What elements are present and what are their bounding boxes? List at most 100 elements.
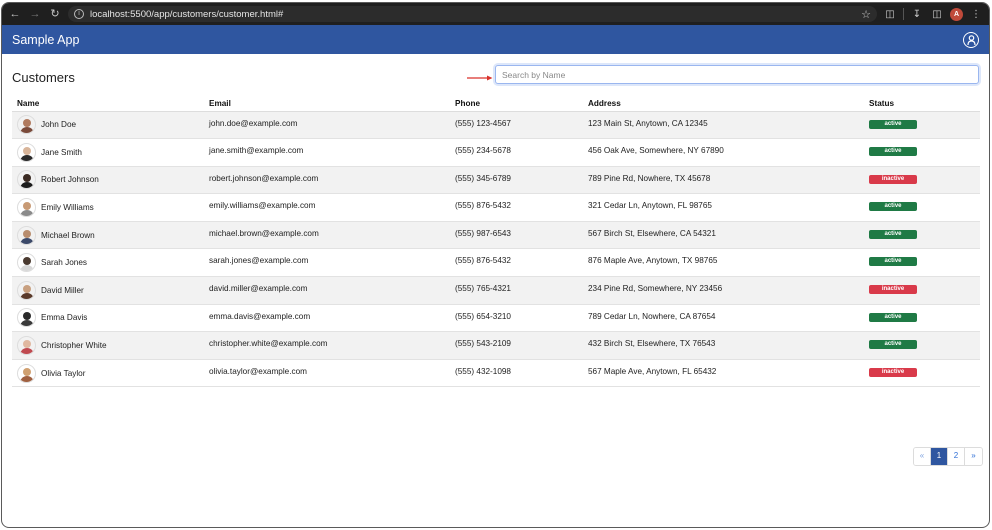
status-badge: active bbox=[869, 119, 917, 129]
avatar-head bbox=[23, 257, 31, 266]
header-email: Email bbox=[204, 97, 450, 112]
app-brand[interactable]: Sample App bbox=[12, 33, 79, 47]
search-input[interactable] bbox=[495, 65, 979, 84]
user-account-icon[interactable] bbox=[963, 31, 979, 48]
customer-name: David Miller bbox=[41, 285, 84, 295]
back-icon[interactable]: ← bbox=[8, 3, 22, 25]
forward-icon[interactable]: → bbox=[28, 3, 42, 25]
table-row: Sarah Jones sarah.jones@example.com (555) … bbox=[12, 248, 980, 278]
cell-status: active bbox=[864, 304, 980, 333]
status-badge: active bbox=[869, 202, 917, 212]
cell-email: david.miller@example.com bbox=[204, 276, 450, 305]
customer-name-wrap: Christopher White bbox=[17, 336, 199, 356]
app-navbar: Sample App bbox=[2, 25, 989, 54]
customers-table: Name Email Phone Address Status John Doe… bbox=[12, 97, 980, 388]
profile-avatar[interactable]: A bbox=[950, 7, 963, 21]
table-row: Christopher White christopher.white@examp… bbox=[12, 331, 980, 360]
customer-name-wrap: Sarah Jones bbox=[17, 253, 199, 273]
pagination-prev[interactable]: « bbox=[914, 448, 931, 465]
menu-kebab-icon[interactable]: ⋮ bbox=[969, 9, 983, 20]
avatar-body bbox=[20, 320, 34, 327]
customer-name: Robert Johnson bbox=[41, 175, 99, 185]
cell-name: Emily Williams bbox=[12, 193, 204, 222]
avatar-head bbox=[23, 229, 31, 238]
reload-icon[interactable]: ↻ bbox=[48, 3, 62, 25]
customer-name-wrap: David Miller bbox=[17, 280, 199, 300]
avatar-body bbox=[20, 375, 34, 382]
cell-phone: (555) 234-5678 bbox=[450, 138, 583, 167]
avatar bbox=[17, 363, 36, 383]
cell-phone: (555) 345-6789 bbox=[450, 166, 583, 195]
cell-address: 321 Cedar Ln, Anytown, FL 98765 bbox=[583, 193, 864, 222]
avatar-head bbox=[23, 284, 31, 293]
site-info-icon[interactable]: i bbox=[74, 9, 84, 19]
side-panel-icon[interactable]: ◫ bbox=[930, 9, 944, 20]
cell-name: Emma Davis bbox=[12, 304, 204, 333]
cell-email: christopher.white@example.com bbox=[204, 331, 450, 360]
pagination-next[interactable]: » bbox=[965, 448, 982, 465]
customer-name-wrap: Robert Johnson bbox=[17, 170, 199, 190]
cell-phone: (555) 654-3210 bbox=[450, 304, 583, 333]
cell-phone: (555) 765-4321 bbox=[450, 276, 583, 305]
cell-phone: (555) 876-5432 bbox=[450, 193, 583, 222]
customer-name-wrap: Emma Davis bbox=[17, 308, 199, 328]
status-badge: active bbox=[869, 229, 917, 239]
table-row: Michael Brown michael.brown@example.com (5… bbox=[12, 221, 980, 250]
table-row: Emma Davis emma.davis@example.com (555) 65… bbox=[12, 304, 980, 333]
table-row: David Miller david.miller@example.com (555… bbox=[12, 276, 980, 305]
avatar bbox=[17, 253, 36, 273]
pagination-page-1[interactable]: 1 bbox=[931, 448, 948, 465]
pagination-page-2[interactable]: 2 bbox=[948, 448, 965, 465]
customer-name: Michael Brown bbox=[41, 230, 95, 240]
customer-name-wrap: Emily Williams bbox=[17, 198, 199, 218]
cell-status: active bbox=[864, 193, 980, 222]
cell-email: olivia.taylor@example.com bbox=[204, 359, 450, 388]
avatar-body bbox=[20, 265, 34, 272]
cell-status: active bbox=[864, 248, 980, 278]
cell-name: David Miller bbox=[12, 276, 204, 305]
avatar-head bbox=[23, 312, 31, 321]
table-row: John Doe john.doe@example.com (555) 123-45… bbox=[12, 111, 980, 140]
customer-name-wrap: Jane Smith bbox=[17, 142, 199, 162]
pagination: « 1 2 » bbox=[913, 447, 983, 466]
cell-address: 567 Maple Ave, Anytown, FL 65432 bbox=[583, 359, 864, 388]
avatar-body bbox=[20, 292, 34, 299]
cell-address: 456 Oak Ave, Somewhere, NY 67890 bbox=[583, 138, 864, 167]
avatar-head bbox=[23, 367, 31, 376]
cell-email: john.doe@example.com bbox=[204, 111, 450, 140]
cell-address: 876 Maple Ave, Anytown, TX 98765 bbox=[583, 248, 864, 278]
cell-phone: (555) 876-5432 bbox=[450, 248, 583, 278]
avatar-body bbox=[20, 127, 34, 134]
cell-status: active bbox=[864, 331, 980, 360]
status-badge: active bbox=[869, 257, 917, 267]
bookmark-star-icon[interactable]: ☆ bbox=[861, 8, 871, 21]
cell-name: Sarah Jones bbox=[12, 248, 204, 278]
avatar bbox=[17, 308, 36, 328]
status-badge: active bbox=[869, 340, 917, 350]
avatar-body bbox=[20, 210, 34, 217]
table-row: Emily Williams emily.williams@example.com… bbox=[12, 193, 980, 222]
address-bar[interactable]: i localhost:5500/app/customers/customer.… bbox=[68, 6, 877, 22]
cell-email: emma.davis@example.com bbox=[204, 304, 450, 333]
header-status: Status bbox=[864, 97, 980, 112]
url-text: localhost:5500/app/customers/customer.ht… bbox=[90, 8, 284, 20]
cell-name: Christopher White bbox=[12, 331, 204, 360]
cell-email: sarah.jones@example.com bbox=[204, 248, 450, 278]
customer-name: John Doe bbox=[41, 120, 77, 130]
customer-name: Sarah Jones bbox=[41, 258, 87, 268]
cell-address: 234 Pine Rd, Somewhere, NY 23456 bbox=[583, 276, 864, 305]
status-badge: inactive bbox=[869, 367, 917, 377]
status-badge: active bbox=[869, 147, 917, 157]
page-title: Customers bbox=[12, 70, 75, 85]
avatar bbox=[17, 115, 36, 135]
table-row: Robert Johnson robert.johnson@example.com… bbox=[12, 166, 980, 195]
toolbar-divider bbox=[903, 8, 904, 20]
browser-toolbar: ← → ↻ i localhost:5500/app/customers/cus… bbox=[2, 3, 989, 25]
avatar-head bbox=[23, 202, 31, 211]
customer-name: Emma Davis bbox=[41, 313, 88, 323]
download-icon[interactable]: ↧ bbox=[910, 9, 924, 20]
extensions-icon[interactable]: ◫ bbox=[883, 9, 897, 20]
browser-window: ← → ↻ i localhost:5500/app/customers/cus… bbox=[1, 2, 990, 528]
avatar-head bbox=[23, 174, 31, 183]
header-address: Address bbox=[583, 97, 864, 112]
